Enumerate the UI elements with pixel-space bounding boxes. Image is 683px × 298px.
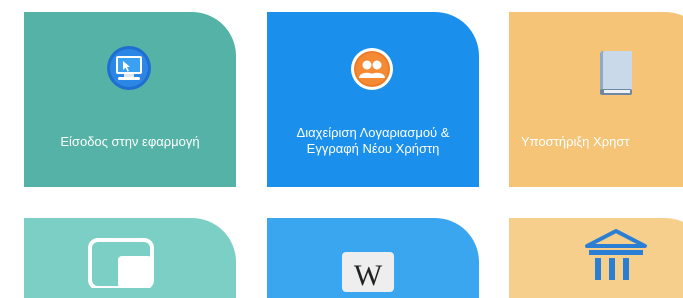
tile-app-login[interactable]: Είσοδος στην εφαρμογή (24, 12, 236, 187)
tile-institution[interactable] (509, 218, 683, 298)
computer-login-icon (106, 45, 152, 91)
tile-account-management-label-line2: Εγγραφή Νέου Χρήστη (306, 141, 440, 156)
tile-window[interactable] (24, 218, 236, 298)
tile-user-support[interactable]: Υποστήριξη Χρηστ (509, 12, 683, 187)
tile-account-management-label-line1: Διαχείριση Λογαριασμού & (296, 125, 450, 140)
book-icon (596, 49, 636, 99)
tile-user-support-label: Υποστήριξη Χρηστ (521, 134, 630, 149)
tile-app-login-label: Είσοδος στην εφαρμογή (60, 134, 200, 149)
tile-wikipedia[interactable]: W (267, 218, 479, 298)
user-account-icon (350, 47, 394, 91)
wikipedia-icon: W (342, 252, 394, 292)
window-icon (88, 238, 158, 288)
wikipedia-letter: W (353, 259, 383, 292)
tile-account-management[interactable]: Διαχείριση Λογαριασμού & Εγγραφή Νέου Χρ… (267, 12, 479, 187)
institution-icon (583, 228, 649, 280)
